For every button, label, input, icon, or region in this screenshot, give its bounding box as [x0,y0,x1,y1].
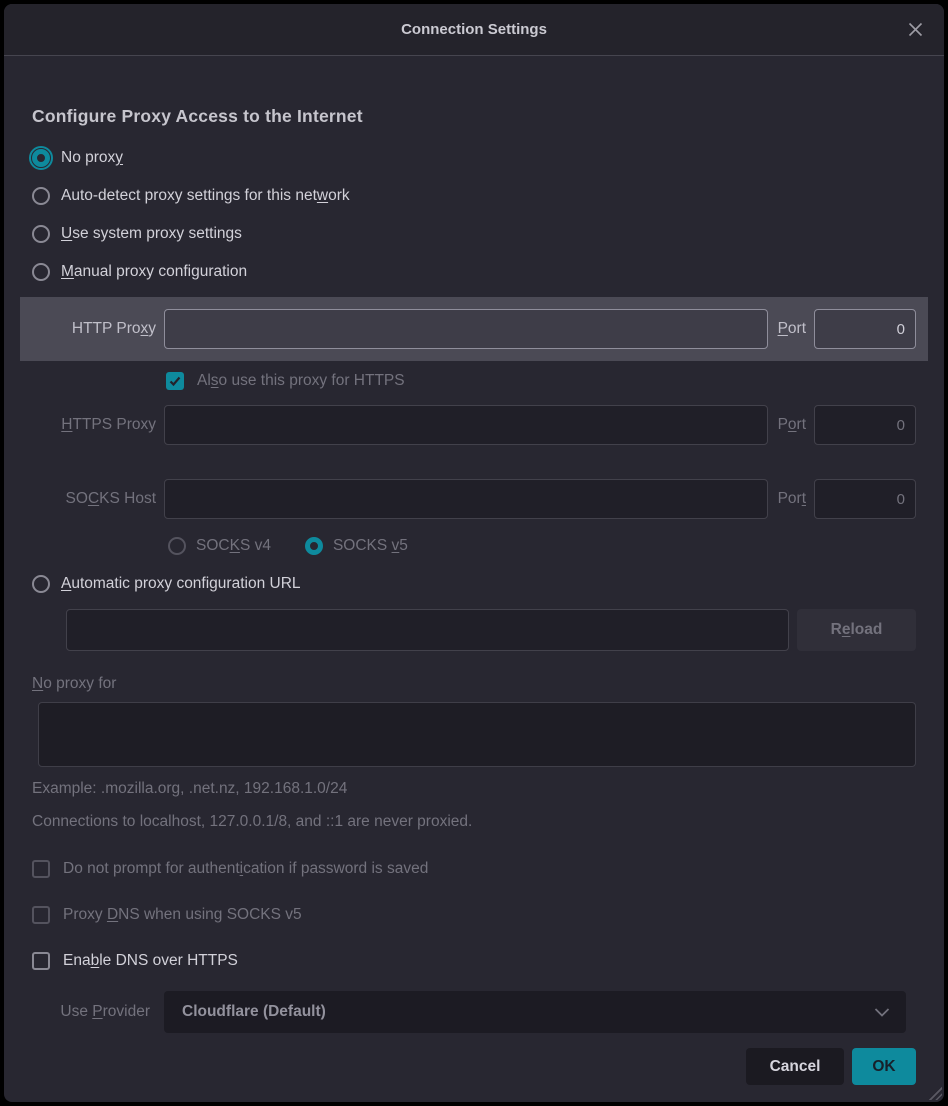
http-proxy-label: HTTP Proxy [32,320,164,338]
radio-selected-icon [32,149,50,167]
dialog-titlebar: Connection Settings [4,4,944,56]
radio-socks-v5[interactable]: SOCKS v5 [305,537,408,555]
http-port-input[interactable] [814,309,916,349]
checkbox-enable-doh[interactable]: Enable DNS over HTTPS [32,943,916,979]
radio-icon [32,263,50,281]
https-port-input[interactable] [814,405,916,445]
radio-automatic-url[interactable]: Automatic proxy configuration URL [32,565,916,603]
checkbox-proxy-dns[interactable]: Proxy DNS when using SOCKS v5 [32,897,916,933]
reload-button[interactable]: Reload [797,609,916,651]
socks-host-label: SOCKS Host [32,490,164,508]
radio-manual-proxy[interactable]: Manual proxy configuration [32,253,916,291]
radio-auto-detect[interactable]: Auto-detect proxy settings for this netw… [32,177,916,215]
example-text: Example: .mozilla.org, .net.nz, 192.168.… [32,780,916,798]
radio-icon [32,187,50,205]
socks-port-label: Port [778,490,806,508]
checkbox-enable-doh-label: Enable DNS over HTTPS [63,952,238,970]
page-title: Configure Proxy Access to the Internet [32,106,916,127]
https-proxy-input[interactable] [164,405,768,445]
checkbox-checked-icon [166,372,184,390]
https-port-label: Port [778,416,806,434]
radio-no-proxy[interactable]: No proxy [32,139,916,177]
provider-row: Use Provider Cloudflare (Default) [32,991,916,1033]
http-port-label: Port [778,320,806,338]
dialog-footer: Cancel OK [32,1048,916,1085]
dialog-title: Connection Settings [401,21,547,38]
automatic-url-input[interactable] [66,609,789,651]
https-proxy-label: HTTPS Proxy [32,416,164,434]
checkbox-icon [32,906,50,924]
checkbox-also-https[interactable]: Also use this proxy for HTTPS [166,363,916,399]
automatic-url-row: Reload [66,609,916,651]
radio-icon [32,575,50,593]
socks-host-input[interactable] [164,479,768,519]
socks-port-input[interactable] [814,479,916,519]
radio-automatic-url-label: Automatic proxy configuration URL [61,575,301,593]
use-provider-label: Use Provider [32,1003,164,1021]
radio-icon [168,537,186,555]
radio-socks-v4[interactable]: SOCKS v4 [168,537,271,555]
dialog-content: Configure Proxy Access to the Internet N… [4,106,944,1102]
radio-icon [32,225,50,243]
checkbox-icon [32,952,50,970]
radio-selected-icon [305,537,323,555]
ok-button[interactable]: OK [852,1048,916,1085]
radio-auto-detect-label: Auto-detect proxy settings for this netw… [61,187,350,205]
localhost-note-text: Connections to localhost, 127.0.0.1/8, a… [32,813,916,831]
checkbox-proxy-dns-label: Proxy DNS when using SOCKS v5 [63,906,302,924]
radio-no-proxy-label: No proxy [61,149,123,167]
no-proxy-for-label: No proxy for [32,675,916,693]
provider-dropdown[interactable]: Cloudflare (Default) [164,991,906,1033]
http-proxy-row-highlight: HTTP Proxy Port [20,297,928,361]
radio-socks-v5-label: SOCKS v5 [333,537,408,555]
cancel-button[interactable]: Cancel [746,1048,844,1085]
close-icon[interactable] [903,4,928,55]
checkbox-icon [32,860,50,878]
http-proxy-row: HTTP Proxy Port [32,309,916,349]
http-proxy-input[interactable] [164,309,768,349]
radio-manual-proxy-label: Manual proxy configuration [61,263,247,281]
https-proxy-row: HTTPS Proxy Port [32,405,916,445]
chevron-down-icon [874,1008,890,1017]
provider-dropdown-value: Cloudflare (Default) [182,1003,326,1021]
socks-host-row: SOCKS Host Port [32,479,916,519]
checkbox-no-auth-prompt-label: Do not prompt for authentication if pass… [63,860,428,878]
socks-version-row: SOCKS v4 SOCKS v5 [168,527,916,565]
radio-use-system-label: Use system proxy settings [61,225,242,243]
connection-settings-dialog: Connection Settings Configure Proxy Acce… [4,4,944,1102]
radio-socks-v4-label: SOCKS v4 [196,537,271,555]
checkbox-no-auth-prompt[interactable]: Do not prompt for authentication if pass… [32,851,916,887]
no-proxy-for-textarea[interactable] [38,702,916,767]
checkbox-also-https-label: Also use this proxy for HTTPS [197,372,405,390]
radio-use-system[interactable]: Use system proxy settings [32,215,916,253]
